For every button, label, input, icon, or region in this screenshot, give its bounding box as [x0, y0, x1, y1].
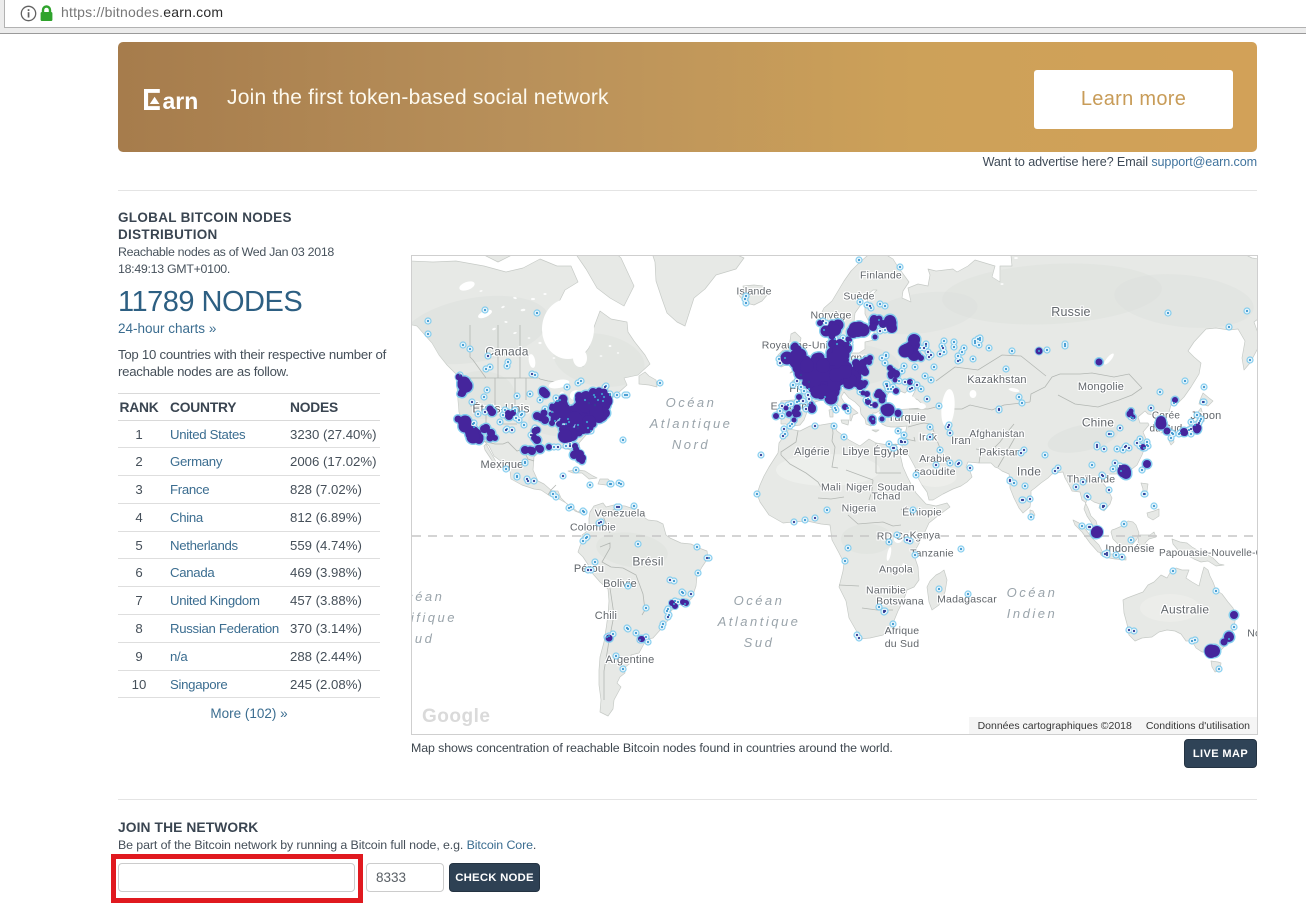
- stats-column: GLOBAL BITCOIN NODES DISTRIBUTION Reacha…: [118, 0, 380, 907]
- table-row: 7United Kingdom 457 (3.88%): [118, 587, 380, 615]
- country-link[interactable]: Singapore: [170, 677, 227, 692]
- country-link[interactable]: Russian Federation: [170, 621, 279, 636]
- cell-rank: 10: [118, 670, 170, 698]
- cell-nodes: 828 (7.02%): [290, 476, 380, 504]
- join-heading: JOIN THE NETWORK: [118, 820, 258, 835]
- cell-rank: 5: [118, 531, 170, 559]
- table-row: 1United States 3230 (27.40%): [118, 420, 380, 448]
- cell-country: Netherlands: [170, 531, 290, 559]
- table-row: 8Russian Federation 370 (3.14%): [118, 615, 380, 643]
- map-caption: Map shows concentration of reachable Bit…: [411, 741, 893, 755]
- col-header-nodes: NODES: [290, 394, 380, 421]
- cell-rank: 3: [118, 476, 170, 504]
- table-row: 9n/a 288 (2.44%): [118, 642, 380, 670]
- cell-nodes: 288 (2.44%): [290, 642, 380, 670]
- charts-link-text: 24-hour charts: [118, 321, 205, 336]
- more-link-arrow: »: [280, 706, 288, 721]
- cell-country: Germany: [170, 448, 290, 476]
- check-node-button[interactable]: CHECK NODE: [449, 863, 540, 892]
- cell-country: France: [170, 476, 290, 504]
- cell-country: Singapore: [170, 670, 290, 698]
- cell-nodes: 812 (6.89%): [290, 503, 380, 531]
- table-row: 2Germany 2006 (17.02%): [118, 448, 380, 476]
- cell-rank: 8: [118, 615, 170, 643]
- cell-rank: 1: [118, 420, 170, 448]
- table-row: 4China 812 (6.89%): [118, 503, 380, 531]
- cell-rank: 4: [118, 503, 170, 531]
- world-map[interactable]: CanadaÉtats-UnisMexiqueVenezuelaColombie…: [411, 255, 1258, 735]
- col-header-rank: RANK: [118, 394, 170, 421]
- terms-link[interactable]: Conditions d'utilisation: [1146, 720, 1250, 732]
- charts-link-arrow: »: [209, 321, 217, 336]
- cell-nodes: 2006 (17.02%): [290, 448, 380, 476]
- country-table: RANK COUNTRY NODES 1United States 3230 (2…: [118, 393, 380, 698]
- country-link[interactable]: France: [170, 482, 209, 497]
- cell-nodes: 457 (3.88%): [290, 587, 380, 615]
- node-address-input[interactable]: [118, 863, 355, 892]
- join-description-suffix: .: [533, 838, 536, 852]
- updated-timestamp: Reachable nodes as of Wed Jan 03 2018 18…: [118, 244, 374, 279]
- learn-more-button[interactable]: Learn more: [1034, 70, 1233, 129]
- cell-nodes: 469 (3.98%): [290, 559, 380, 587]
- cell-rank: 7: [118, 587, 170, 615]
- country-link[interactable]: Canada: [170, 565, 214, 580]
- table-row: 6Canada 469 (3.98%): [118, 559, 380, 587]
- port-input[interactable]: [366, 863, 444, 892]
- world-map-dots: [412, 256, 1257, 734]
- google-watermark: Google: [422, 706, 490, 728]
- col-header-country: COUNTRY: [170, 394, 290, 421]
- cell-country: Russian Federation: [170, 615, 290, 643]
- page: https://bitnodes.earn.com arn Join the f…: [0, 0, 1306, 907]
- live-map-button[interactable]: LIVE MAP: [1184, 739, 1257, 768]
- node-count: 11789 NODES: [118, 286, 302, 319]
- cell-nodes: 245 (2.08%): [290, 670, 380, 698]
- country-link[interactable]: China: [170, 510, 203, 525]
- padlock-icon[interactable]: [39, 4, 54, 28]
- cell-country: United Kingdom: [170, 587, 290, 615]
- country-link[interactable]: United Kingdom: [170, 593, 260, 608]
- divider-bottom: [118, 799, 1257, 800]
- attribution-text: Données cartographiques ©2018: [978, 720, 1132, 732]
- country-link[interactable]: United States: [170, 427, 245, 442]
- cell-country: China: [170, 503, 290, 531]
- join-description-text: Be part of the Bitcoin network by runnin…: [118, 838, 467, 852]
- more-link-text: More (102): [210, 706, 276, 721]
- cell-country: Canada: [170, 559, 290, 587]
- country-link[interactable]: Netherlands: [170, 538, 238, 553]
- map-attribution: Données cartographiques ©2018 Conditions …: [969, 717, 1257, 734]
- cell-country: n/a: [170, 642, 290, 670]
- cell-country: United States: [170, 420, 290, 448]
- country-link[interactable]: n/a: [170, 649, 187, 664]
- bitcoin-core-link[interactable]: Bitcoin Core: [467, 838, 533, 852]
- cell-rank: 2: [118, 448, 170, 476]
- cell-rank: 9: [118, 642, 170, 670]
- top10-paragraph: Top 10 countries with their respective n…: [118, 346, 398, 381]
- table-row: 5Netherlands 559 (4.74%): [118, 531, 380, 559]
- cell-rank: 6: [118, 559, 170, 587]
- join-description: Be part of the Bitcoin network by runnin…: [118, 838, 536, 852]
- table-row: 3France 828 (7.02%): [118, 476, 380, 504]
- advertise-text: Want to advertise here? Email: [983, 155, 1152, 169]
- info-icon[interactable]: [20, 5, 37, 27]
- support-email-link[interactable]: support@earn.com: [1151, 155, 1257, 169]
- country-link[interactable]: Germany: [170, 454, 222, 469]
- stats-heading: GLOBAL BITCOIN NODES DISTRIBUTION: [118, 209, 328, 244]
- charts-link[interactable]: 24-hour charts »: [118, 321, 216, 336]
- more-countries-link[interactable]: More (102) »: [118, 706, 380, 721]
- cell-nodes: 370 (3.14%): [290, 615, 380, 643]
- cell-nodes: 3230 (27.40%): [290, 420, 380, 448]
- cell-nodes: 559 (4.74%): [290, 531, 380, 559]
- table-row: 10Singapore 245 (2.08%): [118, 670, 380, 698]
